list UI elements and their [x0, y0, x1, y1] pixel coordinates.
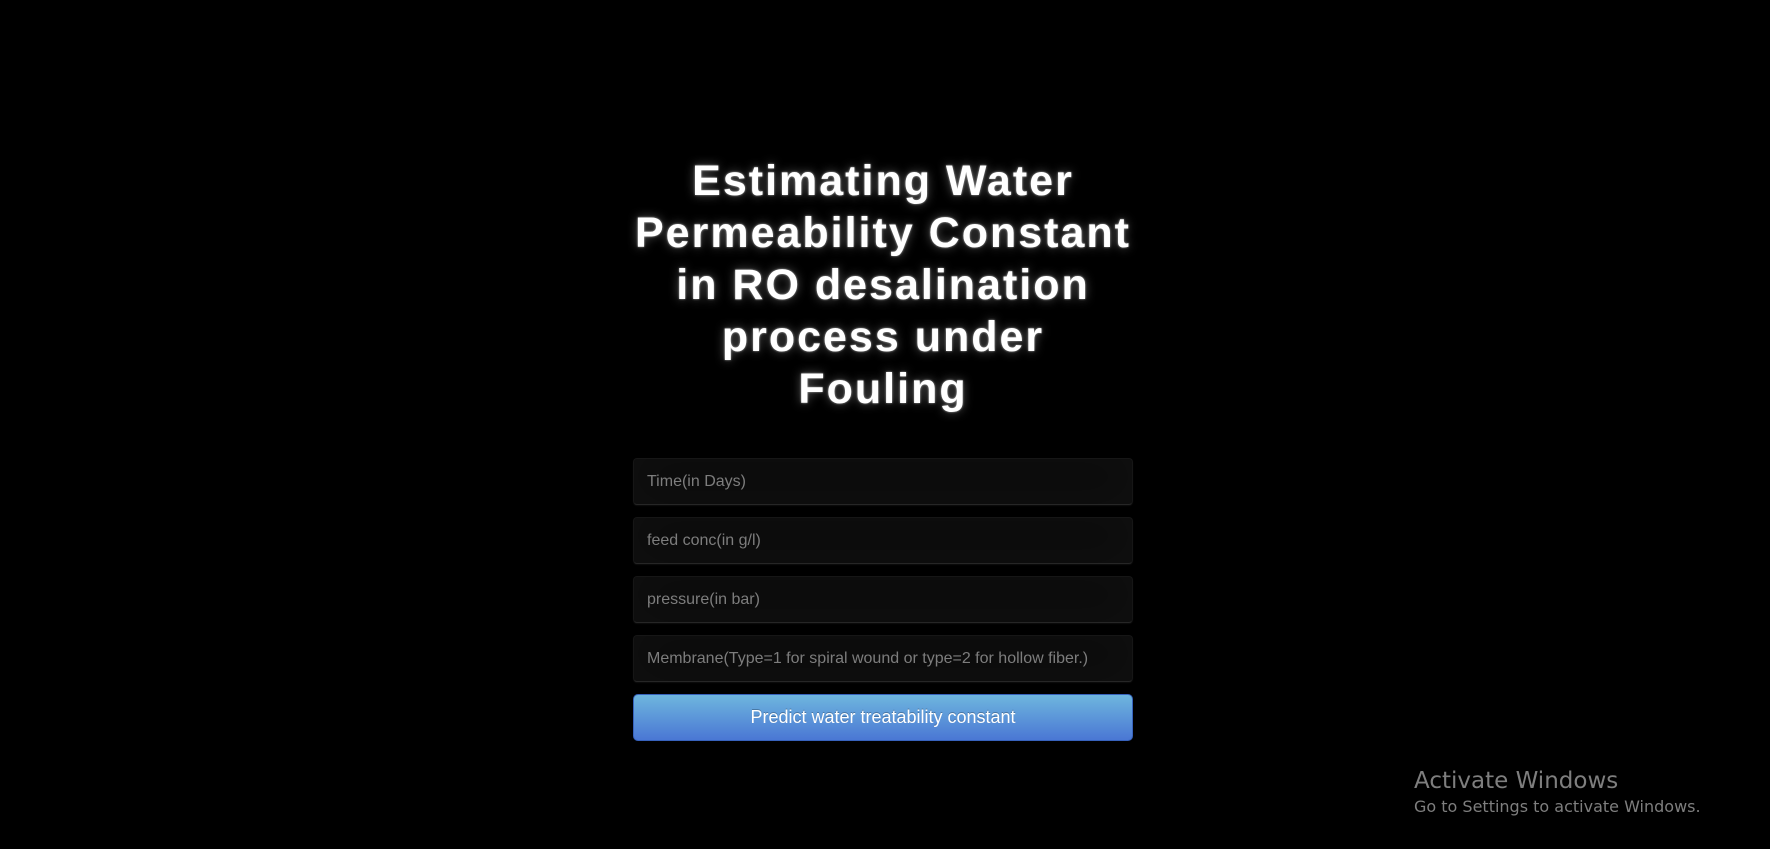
watermark-subtitle: Go to Settings to activate Windows.: [1414, 797, 1701, 816]
page: Estimating Water Permeability Constant i…: [0, 0, 1770, 849]
feed-concentration-input[interactable]: [633, 517, 1133, 564]
pressure-input[interactable]: [633, 576, 1133, 623]
membrane-type-input[interactable]: [633, 635, 1133, 682]
watermark-title: Activate Windows: [1414, 768, 1619, 794]
predict-button[interactable]: Predict water treatability constant: [633, 694, 1133, 741]
page-title: Estimating Water Permeability Constant i…: [635, 157, 1131, 413]
prediction-form: Estimating Water Permeability Constant i…: [633, 155, 1133, 741]
time-days-input[interactable]: [633, 458, 1133, 505]
activate-windows-watermark: Activate Windows Go to Settings to activ…: [1414, 766, 1701, 818]
